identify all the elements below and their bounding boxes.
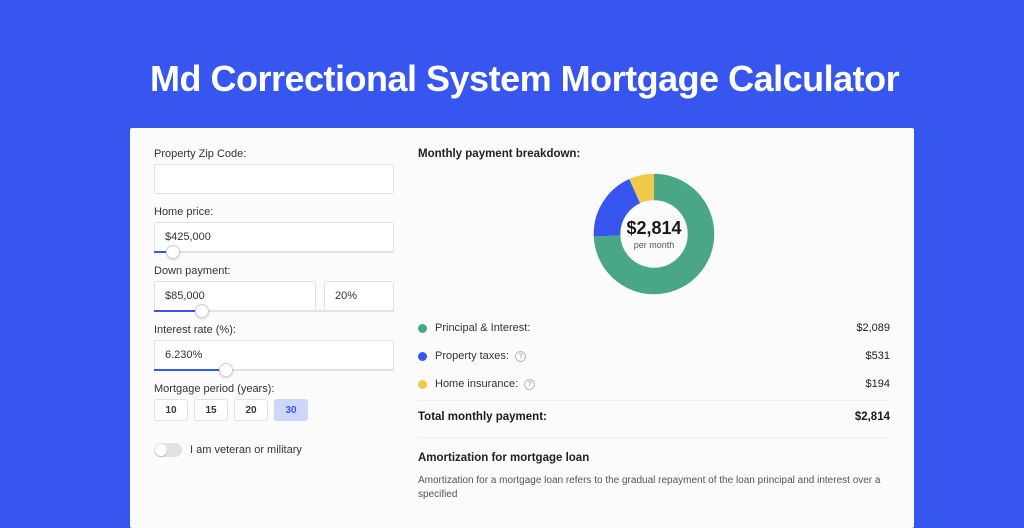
veteran-label: I am veteran or military (190, 444, 302, 456)
period-button-10[interactable]: 10 (154, 399, 188, 421)
page-title: Md Correctional System Mortgage Calculat… (150, 58, 899, 100)
breakdown-value: $2,089 (856, 322, 890, 334)
home-price-field-group: Home price: $425,000 (154, 206, 394, 253)
info-icon[interactable]: ? (515, 351, 526, 362)
interest-field-group: Interest rate (%): 6.230% (154, 324, 394, 371)
breakdown-label: Property taxes:? (435, 350, 866, 362)
home-price-slider[interactable] (154, 251, 394, 253)
breakdown-line: Home insurance:?$194 (418, 370, 890, 398)
donut-per-month: per month (634, 240, 675, 250)
home-price-input[interactable]: $425,000 (154, 222, 394, 252)
amortization-title: Amortization for mortgage loan (418, 452, 890, 464)
interest-input[interactable]: 6.230% (154, 340, 394, 370)
calculator-card: Property Zip Code: Home price: $425,000 … (130, 128, 914, 528)
down-payment-field-group: Down payment: $85,000 20% (154, 265, 394, 312)
down-payment-label: Down payment: (154, 265, 394, 277)
interest-slider[interactable] (154, 369, 394, 371)
total-label: Total monthly payment: (418, 411, 855, 423)
info-icon[interactable]: ? (524, 379, 535, 390)
toggle-knob (155, 444, 167, 456)
down-payment-pct-input[interactable]: 20% (324, 281, 394, 311)
veteran-toggle-row: I am veteran or military (154, 443, 394, 457)
donut-wrap: $2,814 per month (418, 172, 890, 296)
period-button-15[interactable]: 15 (194, 399, 228, 421)
total-value: $2,814 (855, 411, 890, 423)
breakdown-column: Monthly payment breakdown: $2,814 per mo… (418, 148, 890, 508)
amortization-section: Amortization for mortgage loan Amortizat… (418, 437, 890, 502)
breakdown-label: Home insurance:? (435, 378, 866, 390)
legend-dot (418, 380, 427, 389)
total-row: Total monthly payment: $2,814 (418, 400, 890, 437)
inputs-column: Property Zip Code: Home price: $425,000 … (154, 148, 394, 508)
down-payment-slider[interactable] (154, 310, 394, 312)
breakdown-line: Property taxes:?$531 (418, 342, 890, 370)
zip-label: Property Zip Code: (154, 148, 394, 160)
period-field-group: Mortgage period (years): 10 15 20 30 (154, 383, 394, 421)
veteran-toggle[interactable] (154, 443, 182, 457)
interest-label: Interest rate (%): (154, 324, 394, 336)
home-price-label: Home price: (154, 206, 394, 218)
legend-dot (418, 352, 427, 361)
zip-field-group: Property Zip Code: (154, 148, 394, 194)
breakdown-title: Monthly payment breakdown: (418, 148, 890, 160)
down-payment-input[interactable]: $85,000 (154, 281, 316, 311)
period-button-20[interactable]: 20 (234, 399, 268, 421)
donut-center: $2,814 per month (592, 172, 716, 296)
period-button-30[interactable]: 30 (274, 399, 308, 421)
legend-dot (418, 324, 427, 333)
amortization-text: Amortization for a mortgage loan refers … (418, 474, 890, 502)
slider-thumb[interactable] (219, 363, 233, 377)
breakdown-value: $531 (866, 350, 890, 362)
donut-chart: $2,814 per month (592, 172, 716, 296)
slider-thumb[interactable] (166, 245, 180, 259)
zip-input[interactable] (154, 164, 394, 194)
breakdown-label: Principal & Interest: (435, 322, 856, 334)
period-label: Mortgage period (years): (154, 383, 394, 395)
donut-amount: $2,814 (626, 218, 681, 239)
slider-thumb[interactable] (195, 304, 209, 318)
breakdown-value: $194 (866, 378, 890, 390)
breakdown-line: Principal & Interest:$2,089 (418, 314, 890, 342)
